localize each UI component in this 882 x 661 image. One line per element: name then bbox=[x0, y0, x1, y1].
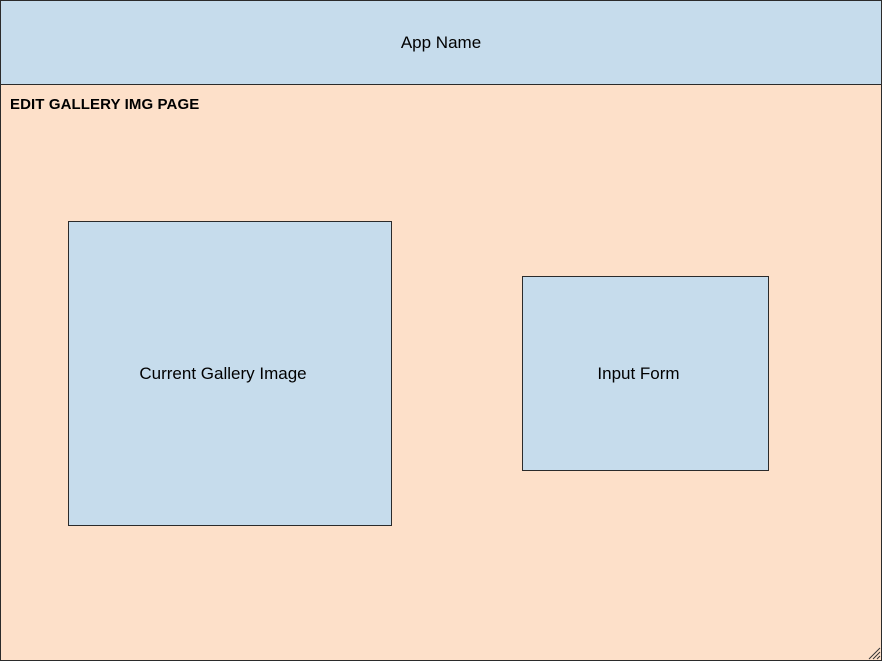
wireframe-canvas: App Name EDIT GALLERY IMG PAGE Current G… bbox=[0, 0, 882, 661]
current-gallery-image-label: Current Gallery Image bbox=[139, 363, 307, 383]
input-form-label: Input Form bbox=[597, 363, 680, 383]
app-name: App Name bbox=[400, 32, 482, 52]
app-header: App Name bbox=[0, 0, 882, 85]
current-gallery-image-box: Current Gallery Image bbox=[68, 221, 392, 526]
page-area: EDIT GALLERY IMG PAGE Current Gallery Im… bbox=[0, 84, 882, 661]
page-title: EDIT GALLERY IMG PAGE bbox=[10, 96, 200, 113]
resize-grip-icon[interactable] bbox=[867, 646, 881, 660]
input-form-box: Input Form bbox=[522, 276, 769, 471]
